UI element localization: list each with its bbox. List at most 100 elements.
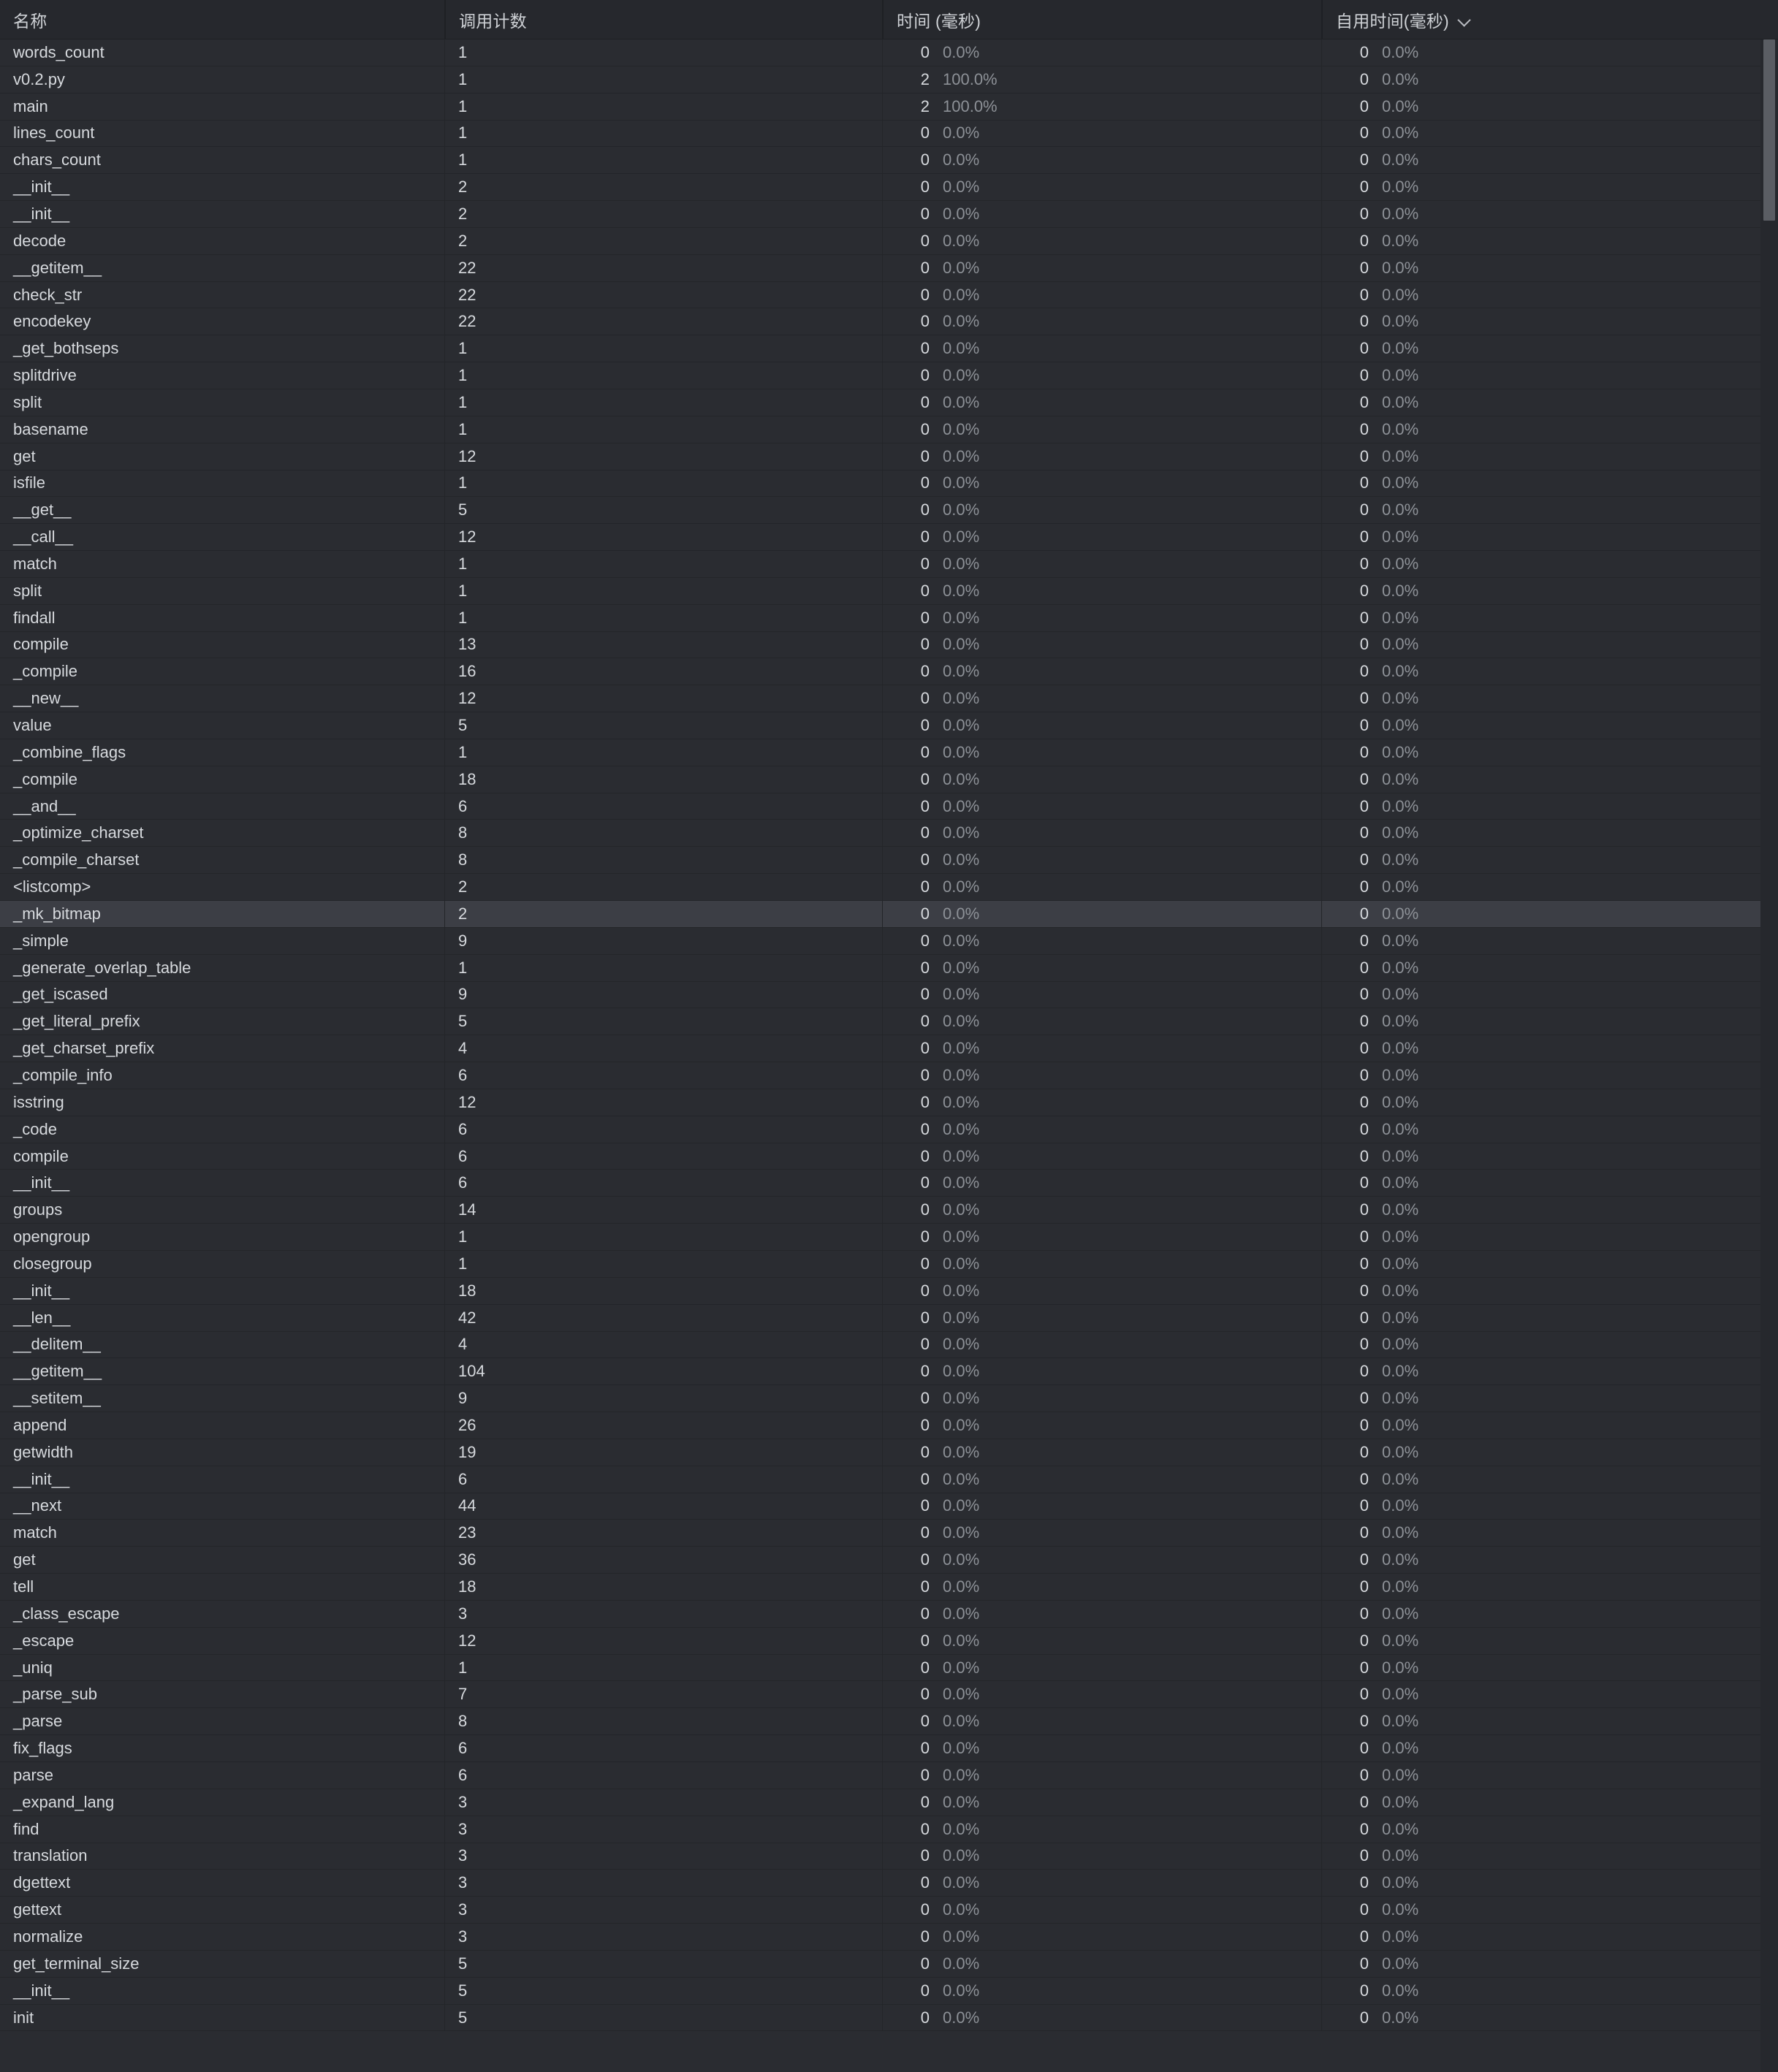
table-row[interactable]: _get_bothseps 1 0 0.0% 0 0.0% bbox=[0, 335, 1778, 363]
table-row[interactable]: __init__ 2 0 0.0% 0 0.0% bbox=[0, 174, 1778, 202]
cell-time-percent: 0.0% bbox=[943, 823, 980, 842]
cell-own-time-percent: 0.0% bbox=[1382, 1792, 1419, 1811]
cell-own-time-group: 0 0.0% bbox=[1322, 339, 1778, 358]
table-row[interactable]: _code 6 0 0.0% 0 0.0% bbox=[0, 1116, 1778, 1143]
cell-own-time-value: 0 bbox=[1359, 662, 1369, 681]
cell-own-time-group: 0 0.0% bbox=[1322, 1120, 1778, 1139]
table-row[interactable]: __getitem__ 104 0 0.0% 0 0.0% bbox=[0, 1358, 1778, 1386]
table-row[interactable]: _compile 18 0 0.0% 0 0.0% bbox=[0, 766, 1778, 793]
table-row[interactable]: __getitem__ 22 0 0.0% 0 0.0% bbox=[0, 254, 1778, 282]
table-row[interactable]: __next 44 0 0.0% 0 0.0% bbox=[0, 1493, 1778, 1520]
table-row[interactable]: findall 1 0 0.0% 0 0.0% bbox=[0, 604, 1778, 632]
table-row[interactable]: translation 3 0 0.0% 0 0.0% bbox=[0, 1843, 1778, 1870]
chevron-down-icon[interactable] bbox=[1458, 13, 1473, 28]
table-row[interactable]: _parse_sub 7 0 0.0% 0 0.0% bbox=[0, 1681, 1778, 1709]
cell-time-percent: 100.0% bbox=[943, 96, 998, 115]
table-row[interactable]: __get__ 5 0 0.0% 0 0.0% bbox=[0, 497, 1778, 525]
table-row[interactable]: opengroup 1 0 0.0% 0 0.0% bbox=[0, 1224, 1778, 1251]
table-row[interactable]: __call__ 12 0 0.0% 0 0.0% bbox=[0, 524, 1778, 552]
table-row[interactable]: <listcomp> 2 0 0.0% 0 0.0% bbox=[0, 874, 1778, 901]
table-row[interactable]: _expand_lang 3 0 0.0% 0 0.0% bbox=[0, 1789, 1778, 1816]
table-row[interactable]: __init__ 6 0 0.0% 0 0.0% bbox=[0, 1170, 1778, 1197]
table-row[interactable]: splitdrive 1 0 0.0% 0 0.0% bbox=[0, 362, 1778, 389]
cell-time-percent: 0.0% bbox=[943, 1765, 980, 1784]
cell-own-time: 0 0.0% bbox=[1321, 1897, 1778, 1924]
table-row[interactable]: _escape 12 0 0.0% 0 0.0% bbox=[0, 1627, 1778, 1655]
table-row[interactable]: _parse 8 0 0.0% 0 0.0% bbox=[0, 1708, 1778, 1736]
table-row[interactable]: _optimize_charset 8 0 0.0% 0 0.0% bbox=[0, 820, 1778, 848]
table-row[interactable]: value 5 0 0.0% 0 0.0% bbox=[0, 712, 1778, 739]
table-row[interactable]: compile 13 0 0.0% 0 0.0% bbox=[0, 631, 1778, 659]
table-row[interactable]: isfile 1 0 0.0% 0 0.0% bbox=[0, 470, 1778, 498]
column-header-own-time[interactable]: 自用时间(毫秒) bbox=[1321, 0, 1778, 39]
table-row[interactable]: __setitem__ 9 0 0.0% 0 0.0% bbox=[0, 1385, 1778, 1413]
table-row[interactable]: _compile 16 0 0.0% 0 0.0% bbox=[0, 658, 1778, 686]
column-header-name[interactable]: 名称 bbox=[0, 0, 444, 39]
table-row[interactable]: words_count 1 0 0.0% 0 0.0% bbox=[0, 39, 1778, 66]
table-row[interactable]: getwidth 19 0 0.0% 0 0.0% bbox=[0, 1439, 1778, 1466]
table-row[interactable]: compile 6 0 0.0% 0 0.0% bbox=[0, 1143, 1778, 1170]
table-row[interactable]: _get_iscased 9 0 0.0% 0 0.0% bbox=[0, 981, 1778, 1009]
table-row[interactable]: chars_count 1 0 0.0% 0 0.0% bbox=[0, 147, 1778, 175]
table-row[interactable]: _get_charset_prefix 4 0 0.0% 0 0.0% bbox=[0, 1035, 1778, 1063]
table-row[interactable]: _compile_info 6 0 0.0% 0 0.0% bbox=[0, 1062, 1778, 1089]
vertical-scrollbar-thumb[interactable] bbox=[1763, 39, 1775, 221]
vertical-scrollbar-track[interactable] bbox=[1760, 39, 1778, 2072]
table-row[interactable]: encodekey 22 0 0.0% 0 0.0% bbox=[0, 308, 1778, 336]
table-row[interactable]: _mk_bitmap 2 0 0.0% 0 0.0% bbox=[0, 901, 1778, 928]
table-row[interactable]: init 5 0 0.0% 0 0.0% bbox=[0, 2004, 1778, 2032]
table-row[interactable]: normalize 3 0 0.0% 0 0.0% bbox=[0, 1924, 1778, 1951]
table-row[interactable]: tell 18 0 0.0% 0 0.0% bbox=[0, 1574, 1778, 1601]
table-row[interactable]: split 1 0 0.0% 0 0.0% bbox=[0, 577, 1778, 605]
cell-own-time-group: 0 0.0% bbox=[1322, 527, 1778, 546]
table-row[interactable]: __and__ 6 0 0.0% 0 0.0% bbox=[0, 793, 1778, 820]
table-row[interactable]: decode 2 0 0.0% 0 0.0% bbox=[0, 227, 1778, 255]
table-row[interactable]: groups 14 0 0.0% 0 0.0% bbox=[0, 1197, 1778, 1224]
table-row[interactable]: check_str 22 0 0.0% 0 0.0% bbox=[0, 281, 1778, 309]
cell-own-time-group: 0 0.0% bbox=[1322, 1981, 1778, 2000]
cell-call-count: 1 bbox=[444, 147, 882, 174]
table-row[interactable]: get 12 0 0.0% 0 0.0% bbox=[0, 443, 1778, 471]
table-row[interactable]: isstring 12 0 0.0% 0 0.0% bbox=[0, 1089, 1778, 1116]
table-row[interactable]: __init__ 5 0 0.0% 0 0.0% bbox=[0, 1977, 1778, 2005]
cell-time-percent: 0.0% bbox=[943, 1012, 980, 1031]
table-row[interactable]: __init__ 18 0 0.0% 0 0.0% bbox=[0, 1277, 1778, 1305]
table-row[interactable]: _class_escape 3 0 0.0% 0 0.0% bbox=[0, 1600, 1778, 1628]
table-row[interactable]: __init__ 6 0 0.0% 0 0.0% bbox=[0, 1466, 1778, 1493]
table-row[interactable]: __init__ 2 0 0.0% 0 0.0% bbox=[0, 201, 1778, 228]
cell-time-group: 0 0.0% bbox=[883, 43, 1321, 62]
table-row[interactable]: __new__ 12 0 0.0% 0 0.0% bbox=[0, 685, 1778, 713]
table-row[interactable]: closegroup 1 0 0.0% 0 0.0% bbox=[0, 1250, 1778, 1278]
table-row[interactable]: v0.2.py 1 2 100.0% 0 0.0% bbox=[0, 66, 1778, 94]
table-row[interactable]: __len__ 42 0 0.0% 0 0.0% bbox=[0, 1304, 1778, 1332]
table-row[interactable]: append 26 0 0.0% 0 0.0% bbox=[0, 1412, 1778, 1439]
table-row[interactable]: basename 1 0 0.0% 0 0.0% bbox=[0, 416, 1778, 443]
table-row[interactable]: _simple 9 0 0.0% 0 0.0% bbox=[0, 927, 1778, 955]
table-row[interactable]: dgettext 3 0 0.0% 0 0.0% bbox=[0, 1870, 1778, 1897]
column-header-calls[interactable]: 调用计数 bbox=[444, 0, 882, 39]
table-row[interactable]: _uniq 1 0 0.0% 0 0.0% bbox=[0, 1654, 1778, 1682]
table-row[interactable]: match 23 0 0.0% 0 0.0% bbox=[0, 1520, 1778, 1547]
column-header-time[interactable]: 时间 (毫秒) bbox=[882, 0, 1321, 39]
table-row[interactable]: parse 6 0 0.0% 0 0.0% bbox=[0, 1762, 1778, 1789]
cell-own-time-group: 0 0.0% bbox=[1322, 1820, 1778, 1839]
table-row[interactable]: main 1 2 100.0% 0 0.0% bbox=[0, 93, 1778, 121]
cell-function-name: _escape bbox=[13, 1631, 75, 1650]
table-row[interactable]: _combine_flags 1 0 0.0% 0 0.0% bbox=[0, 739, 1778, 766]
table-row[interactable]: find 3 0 0.0% 0 0.0% bbox=[0, 1816, 1778, 1843]
table-row[interactable]: _get_literal_prefix 5 0 0.0% 0 0.0% bbox=[0, 1008, 1778, 1036]
table-row[interactable]: get 36 0 0.0% 0 0.0% bbox=[0, 1547, 1778, 1574]
cell-own-time: 0 0.0% bbox=[1321, 281, 1778, 308]
table-row[interactable]: get_terminal_size 5 0 0.0% 0 0.0% bbox=[0, 1950, 1778, 1978]
cell-own-time-percent: 0.0% bbox=[1382, 285, 1419, 304]
table-row[interactable]: _compile_charset 8 0 0.0% 0 0.0% bbox=[0, 847, 1778, 875]
table-row[interactable]: gettext 3 0 0.0% 0 0.0% bbox=[0, 1897, 1778, 1924]
table-row[interactable]: match 1 0 0.0% 0 0.0% bbox=[0, 551, 1778, 578]
cell-own-time-percent: 0.0% bbox=[1382, 1550, 1419, 1569]
cell-time-percent: 0.0% bbox=[943, 2008, 980, 2027]
table-row[interactable]: fix_flags 6 0 0.0% 0 0.0% bbox=[0, 1735, 1778, 1762]
table-row[interactable]: split 1 0 0.0% 0 0.0% bbox=[0, 389, 1778, 416]
table-row[interactable]: __delitem__ 4 0 0.0% 0 0.0% bbox=[0, 1331, 1778, 1359]
table-row[interactable]: lines_count 1 0 0.0% 0 0.0% bbox=[0, 120, 1778, 148]
table-row[interactable]: _generate_overlap_table 1 0 0.0% 0 0.0% bbox=[0, 954, 1778, 982]
